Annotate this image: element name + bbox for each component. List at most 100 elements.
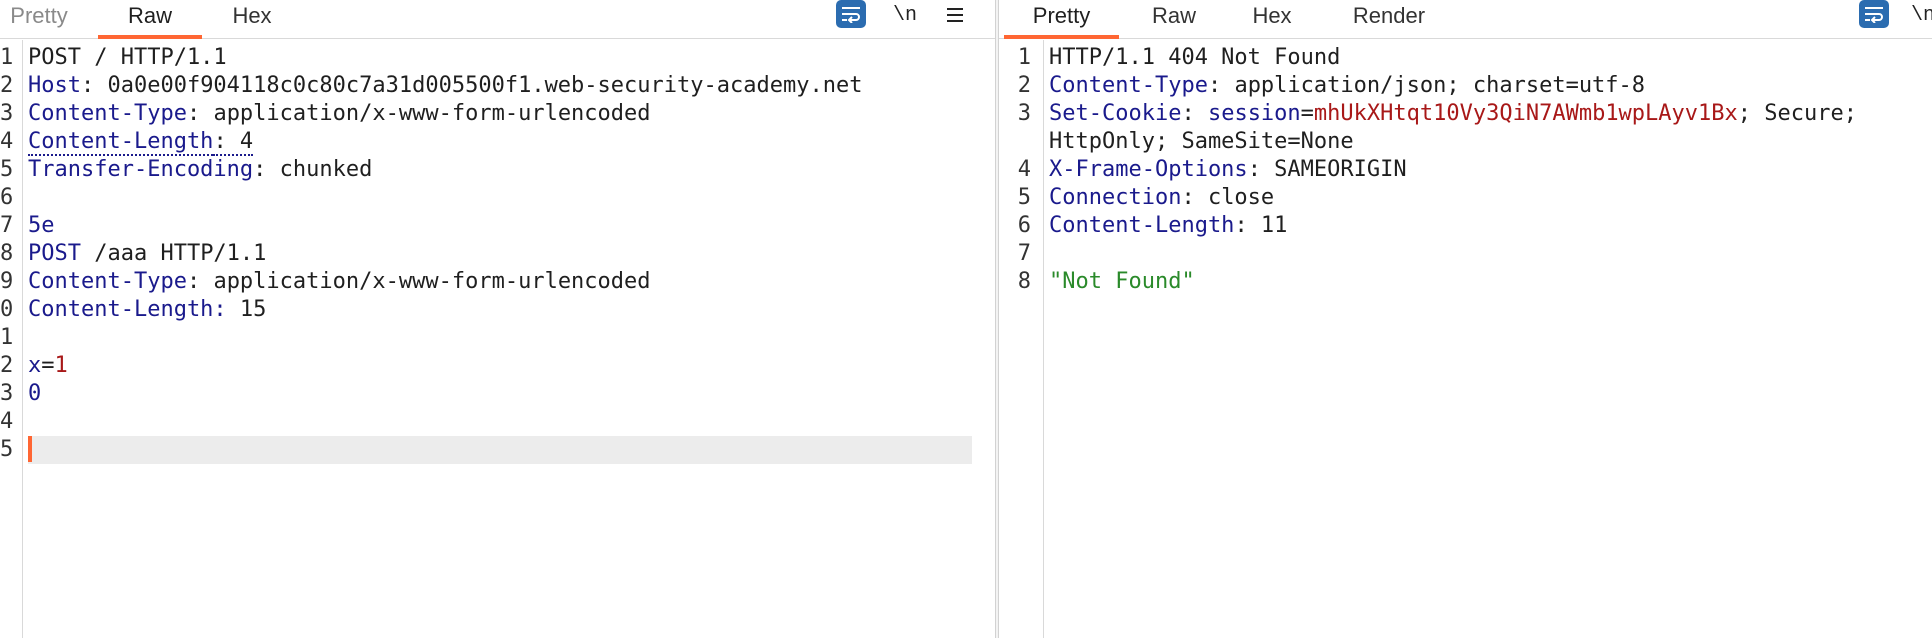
- token: : close: [1181, 185, 1275, 210]
- code-line[interactable]: 0 Content-Length: 15: [0, 296, 995, 324]
- code-line[interactable]: 5: [0, 436, 995, 464]
- token: HttpOnly; SameSite=None: [1049, 129, 1354, 154]
- response-tab-raw[interactable]: Raw: [1139, 0, 1209, 38]
- request-tab-bar: Pretty Raw Hex \n: [0, 0, 995, 39]
- code-line[interactable]: 4 Content-Length: 4: [0, 128, 995, 156]
- token: ; Secure;: [1737, 101, 1857, 126]
- line-number: 0: [0, 297, 14, 322]
- line-content: Content-Length: 11: [1049, 212, 1287, 240]
- token: POST: [28, 241, 81, 266]
- code-line[interactable]: 1 POST / HTTP/1.1: [0, 44, 995, 72]
- wrap-lines-icon[interactable]: [1859, 0, 1889, 28]
- token: session: [1207, 101, 1301, 126]
- code-line[interactable]: 9 Content-Type: application/x-www-form-ur…: [0, 268, 995, 296]
- line-number: 3: [0, 101, 14, 126]
- code-line[interactable]: 6: [0, 184, 995, 212]
- code-line[interactable]: 3 Set-Cookie: session=mhUkXHtqt10Vy3QiN7A…: [999, 100, 1932, 128]
- code-line[interactable]: 8 "Not Found": [999, 268, 1932, 296]
- line-content: Transfer-Encoding: chunked: [28, 156, 372, 184]
- token: 1: [54, 353, 68, 378]
- line-number: 7: [1017, 241, 1031, 266]
- line-content: Set-Cookie: session=mhUkXHtqt10Vy3QiN7AW…: [1049, 100, 1857, 128]
- token: mhUkXHtqt10Vy3QiN7AWmb1wpLAyv1Bx: [1313, 101, 1738, 126]
- line-number: 2: [1017, 73, 1031, 98]
- current-line-highlight: [28, 436, 972, 464]
- token: /aaa HTTP/1.1: [80, 241, 267, 266]
- code-line[interactable]: 1 HTTP/1.1 404 Not Found: [999, 44, 1932, 72]
- response-tab-pretty[interactable]: Pretty: [1004, 0, 1119, 39]
- code-line[interactable]: 3 Content-Type: application/x-www-form-ur…: [0, 100, 995, 128]
- token: : application/x-www-form-urlencoded: [186, 269, 651, 294]
- line-number: 8: [1017, 269, 1031, 294]
- response-tab-bar: Pretty Raw Hex Render \n: [999, 0, 1932, 39]
- token: : 0a0e00f904118c0c80c7a31d005500f1.web-s…: [80, 73, 863, 98]
- token: HTTP/1.1 404 Not Found: [1049, 45, 1341, 70]
- line-number: 3: [1017, 101, 1031, 126]
- token: X-Frame-Options: [1049, 157, 1248, 182]
- line-number: 6: [0, 185, 14, 210]
- line-number: 4: [0, 129, 14, 154]
- code-line[interactable]: 2 Host: 0a0e00f904118c0c80c7a31d005500f1.…: [0, 72, 995, 100]
- request-tab-raw[interactable]: Raw: [98, 0, 202, 39]
- code-line[interactable]: 7 5e: [0, 212, 995, 240]
- line-number: 8: [0, 241, 14, 266]
- code-line[interactable]: 6 Content-Length: 11: [999, 212, 1932, 240]
- token: :: [1181, 101, 1208, 126]
- line-number: 1: [0, 325, 14, 350]
- token: =: [1300, 101, 1314, 126]
- response-pane: Pretty Raw Hex Render \n 1 HTTP/1.1 404 N…: [999, 0, 1932, 638]
- token: : application/x-www-form-urlencoded: [186, 101, 651, 126]
- newline-toggle-button[interactable]: \n: [1911, 0, 1932, 30]
- line-content: 5e: [28, 212, 55, 240]
- code-line[interactable]: 5 Connection: close: [999, 184, 1932, 212]
- request-tab-pretty[interactable]: Pretty: [0, 0, 78, 38]
- code-line[interactable]: 5 Transfer-Encoding: chunked: [0, 156, 995, 184]
- hamburger-menu-icon[interactable]: [942, 0, 968, 30]
- newline-toggle-button[interactable]: \n: [890, 0, 920, 30]
- request-editor[interactable]: 1 POST / HTTP/1.1 2 Host: 0a0e00f904118c0c8…: [0, 40, 995, 638]
- line-content: Content-Length: 15: [28, 296, 266, 324]
- code-line[interactable]: 4 X-Frame-Options: SAMEORIGIN: [999, 156, 1932, 184]
- http-message-viewer: Pretty Raw Hex \n 1 POST / HTTP/1.1 2 Ho…: [0, 0, 1932, 638]
- line-number: 2: [0, 353, 14, 378]
- line-content: x=1: [28, 352, 68, 380]
- response-editor[interactable]: 1 HTTP/1.1 404 Not Found 2 Content-Type: ap…: [999, 40, 1932, 638]
- token: "Not Found": [1049, 269, 1195, 294]
- line-number: 3: [0, 381, 14, 406]
- token: : SAMEORIGIN: [1247, 157, 1407, 182]
- line-number: 6: [1017, 213, 1031, 238]
- response-tab-render[interactable]: Render: [1346, 0, 1432, 38]
- line-content: POST / HTTP/1.1: [28, 44, 227, 72]
- code-line[interactable]: 30: [0, 380, 995, 408]
- line-number: 7: [0, 213, 14, 238]
- token: Content-Type: [28, 101, 187, 126]
- line-number: 4: [0, 409, 14, 434]
- request-pane: Pretty Raw Hex \n 1 POST / HTTP/1.1 2 Ho…: [0, 0, 995, 638]
- code-line[interactable]: 8 POST /aaa HTTP/1.1: [0, 240, 995, 268]
- line-number: 5: [0, 157, 14, 182]
- line-content: [28, 436, 32, 465]
- token: Content-Type: [28, 269, 187, 294]
- response-tab-hex[interactable]: Hex: [1242, 0, 1302, 38]
- token: 0: [28, 381, 42, 406]
- line-number: 2: [0, 73, 14, 98]
- code-line[interactable]: HttpOnly; SameSite=None: [999, 128, 1932, 156]
- code-line[interactable]: 2 x=1: [0, 352, 995, 380]
- token: Content-Length: [1049, 213, 1235, 238]
- token: : application/json; charset=utf-8: [1207, 73, 1646, 98]
- token: =: [41, 353, 55, 378]
- line-content: POST /aaa HTTP/1.1: [28, 240, 266, 268]
- code-line[interactable]: 7: [999, 240, 1932, 268]
- line-content: HttpOnly; SameSite=None: [1049, 128, 1354, 156]
- line-content: "Not Found": [1049, 268, 1195, 296]
- code-line[interactable]: 2 Content-Type: application/json; charset…: [999, 72, 1932, 100]
- line-number: 5: [0, 437, 14, 462]
- code-line[interactable]: 4: [0, 408, 995, 436]
- token: : 4: [213, 129, 254, 156]
- line-number: 4: [1017, 157, 1031, 182]
- token: Connection: [1049, 185, 1182, 210]
- request-tab-hex[interactable]: Hex: [222, 0, 282, 38]
- wrap-lines-icon[interactable]: [836, 0, 866, 28]
- line-number: 1: [1017, 45, 1031, 70]
- code-line[interactable]: 1: [0, 324, 995, 352]
